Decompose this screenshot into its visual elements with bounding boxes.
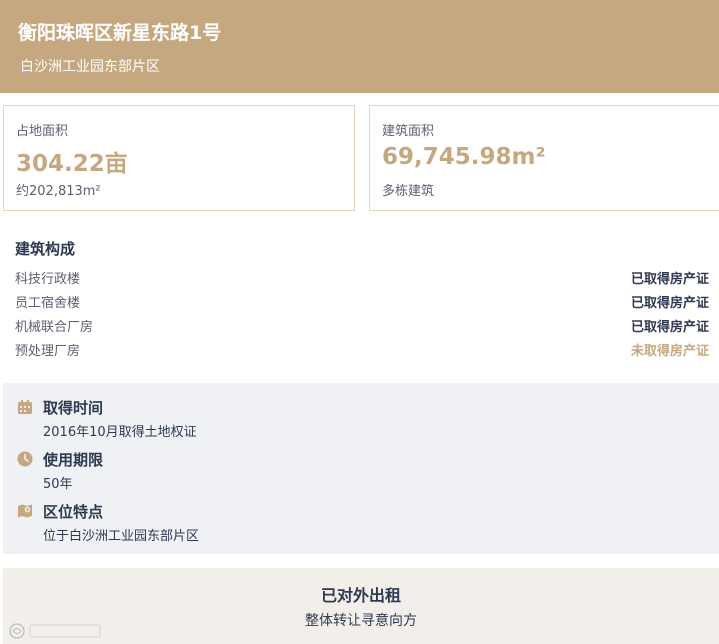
header-banner: 衡阳珠晖区新星东路1号 白沙洲工业园东部片区 — [0, 0, 719, 93]
building-name: 预处理厂房 — [15, 344, 81, 359]
info-value: 2016年10月取得土地权证 — [43, 425, 197, 440]
certificate-status: 未取得房产证 — [630, 344, 709, 359]
building-name: 科技行政楼 — [15, 272, 81, 287]
calendar-icon — [17, 399, 33, 415]
info-panel: 取得时间 2016年10月取得土地权证 使用期限 50年 区位特点 位于白沙洲工… — [3, 383, 719, 554]
land-area-card: 占地面积 304.22亩 约202,813m² — [3, 105, 355, 211]
property-address-title: 衡阳珠晖区新星东路1号 — [18, 22, 222, 44]
info-label: 使用期限 — [43, 451, 104, 469]
info-item-location: 区位特点 位于白沙洲工业园东部片区 — [3, 501, 719, 551]
building-area-label: 建筑面积 — [382, 124, 435, 139]
info-value: 50年 — [43, 477, 73, 492]
building-row: 员工宿舍楼 已取得房产证 — [0, 290, 719, 312]
transfer-status: 整体转让寻意向方 — [305, 613, 417, 629]
info-value: 位于白沙洲工业园东部片区 — [43, 529, 200, 544]
building-row: 科技行政楼 已取得房产证 — [0, 266, 719, 288]
building-area-card: 建筑面积 69,745.98m² 多栋建筑 — [369, 105, 719, 211]
building-name: 机械联合厂房 — [15, 320, 94, 335]
lease-status: 已对外出租 — [320, 586, 401, 605]
land-area-label: 占地面积 — [16, 124, 69, 139]
building-area-value: 69,745.98m² — [382, 144, 546, 170]
land-area-note: 约202,813m² — [16, 184, 101, 199]
building-row: 预处理厂房 未取得房产证 — [0, 338, 719, 360]
status-footer: 已对外出租 整体转让寻意向方 — [3, 568, 719, 644]
info-label: 取得时间 — [43, 399, 104, 417]
certificate-status: 已取得房产证 — [630, 272, 709, 287]
building-name: 员工宿舍楼 — [15, 296, 81, 311]
property-area-subtitle: 白沙洲工业园东部片区 — [20, 59, 160, 75]
building-row: 机械联合厂房 已取得房产证 — [0, 314, 719, 336]
info-item-term: 使用期限 50年 — [3, 449, 719, 499]
info-label: 区位特点 — [43, 503, 104, 521]
land-area-value: 304.22亩 — [16, 151, 128, 177]
composition-title: 建筑构成 — [15, 240, 76, 258]
source-watermark-logo — [8, 620, 108, 642]
map-pin-icon — [17, 503, 33, 519]
clock-icon — [17, 451, 33, 467]
certificate-status: 已取得房产证 — [630, 320, 709, 335]
info-item-acquisition: 取得时间 2016年10月取得土地权证 — [3, 397, 719, 447]
certificate-status: 已取得房产证 — [630, 296, 709, 311]
building-area-note: 多栋建筑 — [382, 184, 435, 199]
